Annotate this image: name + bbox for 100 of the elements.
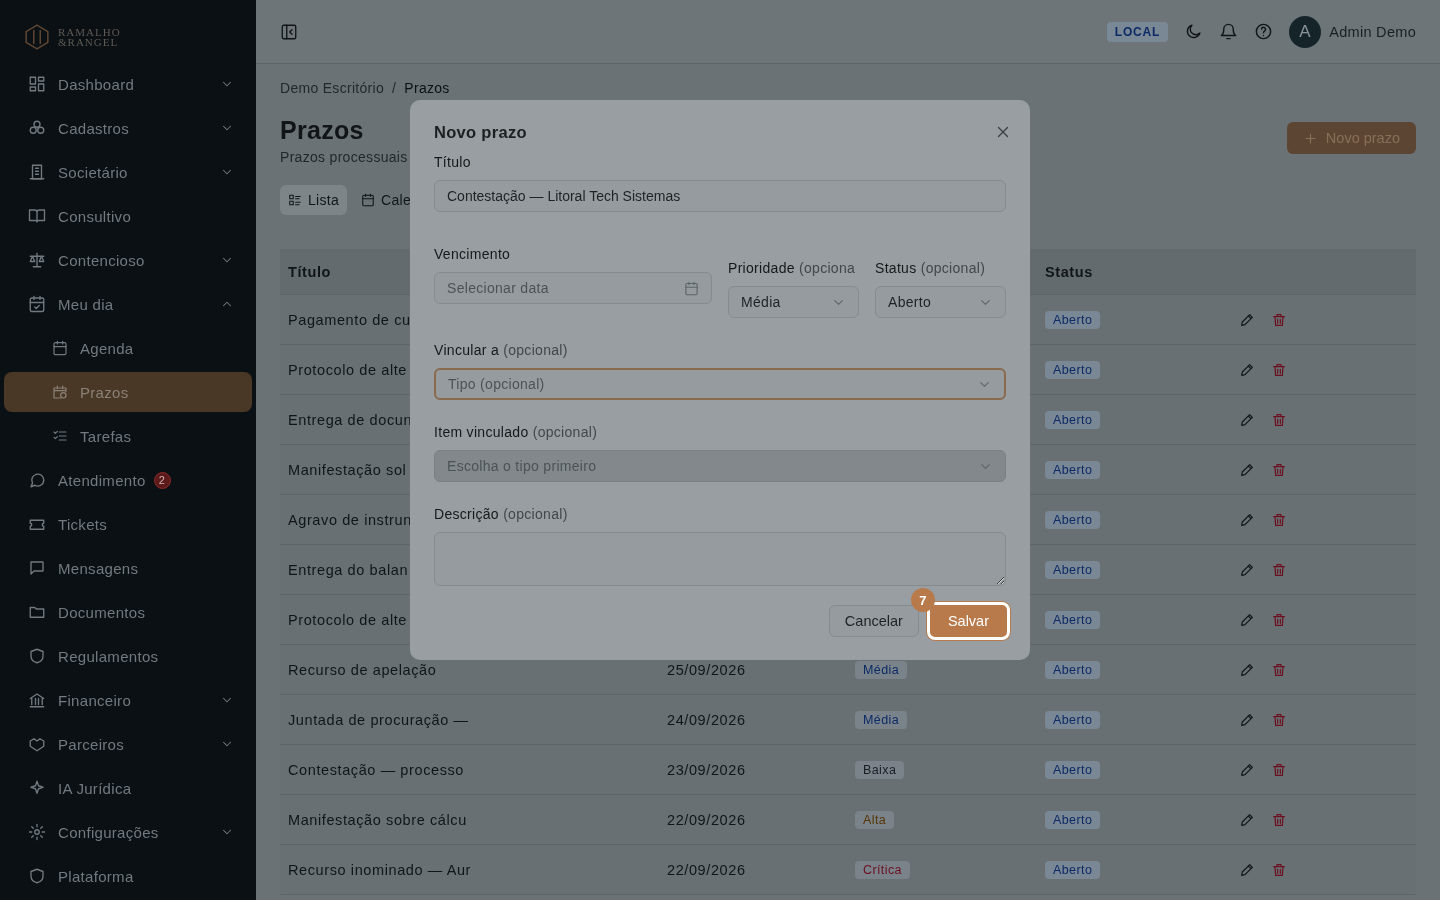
sidebar-item[interactable]: Cadastros bbox=[4, 108, 252, 148]
edit-button[interactable] bbox=[1239, 761, 1255, 778]
edit-button[interactable] bbox=[1239, 811, 1255, 828]
delete-button[interactable] bbox=[1271, 561, 1287, 578]
pencil-icon bbox=[1239, 711, 1255, 728]
delete-button[interactable] bbox=[1271, 711, 1287, 728]
delete-button[interactable] bbox=[1271, 661, 1287, 678]
user-name[interactable]: Admin Demo bbox=[1329, 23, 1416, 40]
pencil-icon bbox=[1239, 511, 1255, 528]
sidebar-item[interactable]: Parceiros bbox=[4, 724, 252, 764]
sidebar-item[interactable]: Mensagens bbox=[4, 548, 252, 588]
status-tag: Aberto bbox=[1045, 610, 1101, 629]
delete-button[interactable] bbox=[1271, 611, 1287, 628]
status-tag: Aberto bbox=[1045, 810, 1101, 829]
edit-button[interactable] bbox=[1239, 711, 1255, 728]
status-tag: Aberto bbox=[1045, 310, 1101, 329]
list-icon bbox=[288, 193, 302, 207]
calendar-clock-icon bbox=[52, 384, 68, 400]
avatar[interactable]: A bbox=[1289, 15, 1322, 48]
sidebar-item[interactable]: Plataforma bbox=[4, 856, 252, 896]
edit-button[interactable] bbox=[1239, 461, 1255, 478]
bell-button[interactable] bbox=[1219, 22, 1239, 41]
pencil-icon bbox=[1239, 311, 1255, 328]
table-cell: Protocolo de alte bbox=[288, 611, 408, 628]
description-field[interactable] bbox=[434, 532, 1006, 586]
sidebar-item[interactable]: Agenda bbox=[4, 328, 252, 368]
sidebar-item[interactable]: Prazos bbox=[4, 372, 252, 412]
sidebar-item[interactable]: Societário bbox=[4, 152, 252, 192]
dialog-title: Novo prazo bbox=[434, 122, 527, 142]
sidebar-item[interactable]: Contencioso bbox=[4, 240, 252, 280]
pencil-icon bbox=[1239, 461, 1255, 478]
sidebar-item[interactable]: Documentos bbox=[4, 592, 252, 632]
delete-button[interactable] bbox=[1271, 861, 1287, 878]
view-tab[interactable]: Lista bbox=[280, 185, 348, 215]
edit-button[interactable] bbox=[1239, 861, 1255, 878]
title-input[interactable]: Contestação — Litoral Tech Sistemas bbox=[434, 180, 1006, 212]
panel-icon bbox=[280, 22, 298, 41]
trash-icon bbox=[1271, 461, 1287, 478]
table-cell: 24/09/2026 bbox=[667, 711, 746, 728]
chat-icon bbox=[28, 471, 46, 489]
edit-button[interactable] bbox=[1239, 511, 1255, 528]
sidebar-item[interactable]: Consultivo bbox=[4, 196, 252, 236]
field-label: Status (opcional) bbox=[875, 260, 987, 276]
trash-icon bbox=[1271, 311, 1287, 328]
edit-button[interactable] bbox=[1239, 361, 1255, 378]
table-cell: Protocolo de alte bbox=[288, 361, 408, 378]
logo-icon bbox=[24, 21, 50, 53]
sparkle-icon bbox=[28, 779, 46, 797]
trash-icon bbox=[1271, 411, 1287, 428]
trash-icon bbox=[1271, 661, 1287, 678]
sidebar-item[interactable]: Dashboard bbox=[4, 64, 252, 104]
trash-icon bbox=[1271, 611, 1287, 628]
edit-button[interactable] bbox=[1239, 411, 1255, 428]
sidebar-item[interactable]: Regulamentos bbox=[4, 636, 252, 676]
status-select[interactable]: Aberto bbox=[875, 286, 1006, 318]
bell-icon bbox=[1219, 22, 1239, 41]
delete-button[interactable] bbox=[1271, 761, 1287, 778]
table-cell: Entrega do balan bbox=[288, 561, 409, 578]
delete-button[interactable] bbox=[1271, 811, 1287, 828]
table-cell: Contestação — processo bbox=[288, 761, 464, 778]
delete-button[interactable] bbox=[1271, 511, 1287, 528]
delete-button[interactable] bbox=[1271, 411, 1287, 428]
delete-button[interactable] bbox=[1271, 311, 1287, 328]
pencil-icon bbox=[1239, 411, 1255, 428]
field-label: Título bbox=[434, 154, 472, 170]
breadcrumb-link[interactable]: Demo Escritório bbox=[280, 80, 385, 96]
priority-select[interactable]: Média bbox=[728, 286, 859, 318]
help-icon bbox=[1254, 22, 1274, 41]
table-cell: Recurso de apelação bbox=[288, 661, 437, 678]
type-select[interactable]: Tipo (opcional) bbox=[434, 368, 1006, 400]
edit-button[interactable] bbox=[1239, 611, 1255, 628]
edit-button[interactable] bbox=[1239, 661, 1255, 678]
column-header: Status bbox=[1045, 263, 1093, 280]
edit-button[interactable] bbox=[1239, 311, 1255, 328]
calendar-check-icon bbox=[28, 295, 46, 313]
table-cell: 22/09/2026 bbox=[667, 861, 746, 878]
logo-text: &RANGEL bbox=[58, 37, 120, 47]
sidebar-item[interactable]: Atendimento 2 bbox=[4, 460, 252, 500]
delete-button[interactable] bbox=[1271, 461, 1287, 478]
view-tab[interactable]: Cale bbox=[353, 185, 420, 215]
sidebar-item[interactable]: Tarefas bbox=[4, 416, 252, 456]
breadcrumb-link[interactable]: Prazos bbox=[404, 80, 450, 96]
delete-button[interactable] bbox=[1271, 361, 1287, 378]
trash-icon bbox=[1271, 561, 1287, 578]
table-cell: Recurso inominado — Aur bbox=[288, 861, 472, 878]
cancel-button[interactable]: Cancelar bbox=[828, 605, 919, 637]
edit-button[interactable] bbox=[1239, 561, 1255, 578]
help-button[interactable] bbox=[1254, 22, 1274, 41]
save-button[interactable]: Salvar bbox=[926, 602, 1010, 640]
field-label: Prioridade (opciona bbox=[728, 260, 857, 276]
page-subtitle: Prazos processuais bbox=[280, 149, 408, 165]
sidebar-item[interactable]: IA Jurídica bbox=[4, 768, 252, 808]
sidebar-item[interactable]: Tickets bbox=[4, 504, 252, 544]
sidebar-toggle-button[interactable] bbox=[280, 22, 298, 41]
date-picker[interactable]: Selecionar data bbox=[434, 272, 712, 304]
status-tag: Aberto bbox=[1045, 710, 1101, 729]
sidebar-item[interactable]: Configurações bbox=[4, 812, 252, 852]
field-label: Vincular a (opcional) bbox=[434, 342, 569, 358]
sidebar-item[interactable]: Meu dia bbox=[4, 284, 252, 324]
sidebar-item[interactable]: Financeiro bbox=[4, 680, 252, 720]
